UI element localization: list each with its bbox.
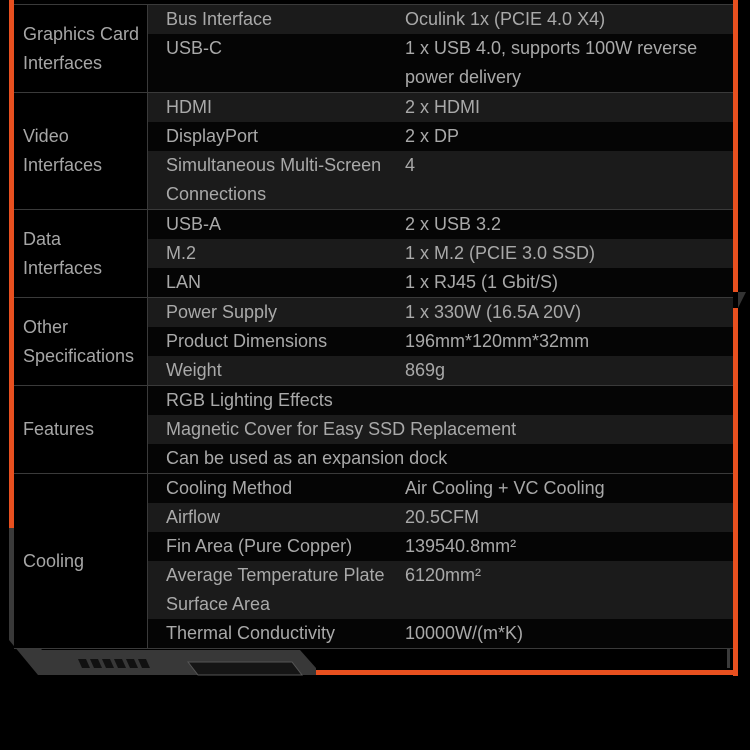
- spec-value: 2 x USB 3.2: [405, 214, 502, 234]
- spec-row: Magnetic Cover for Easy SSD Replacement: [148, 415, 733, 444]
- spec-value: 869g: [405, 360, 446, 380]
- spec-label: Can be used as an expansion dock: [166, 448, 448, 468]
- spec-value: 1 x USB 4.0, supports 100W reverse power…: [405, 38, 698, 87]
- spec-row: Fin Area (Pure Copper) 139540.8mm²: [148, 532, 733, 561]
- notch-right: [738, 292, 746, 308]
- spec-category: Data Interfaces: [14, 210, 148, 297]
- category-label-line: Video: [23, 126, 69, 146]
- category-label-line: Cooling: [23, 550, 85, 571]
- spec-row: Average Temperature Plate Surface Area 61…: [148, 561, 733, 619]
- category-label-line: Graphics Card: [23, 23, 140, 44]
- spec-group: Video Interfaces HDMI 2 x HDMI DisplayPort 2 …: [14, 93, 733, 210]
- spec-value: 1 x RJ45 (1 Gbit/S): [405, 272, 559, 292]
- spec-label: DisplayPort: [166, 126, 259, 146]
- spec-row: Power Supply 1 x 330W (16.5A 20V): [148, 298, 733, 327]
- spec-value: 196mm*120mm*32mm: [405, 331, 590, 351]
- spec-value: 1 x 330W (16.5A 20V): [405, 302, 582, 322]
- spec-label: USB-A: [166, 214, 222, 234]
- spec-category: Video Interfaces: [14, 93, 148, 209]
- category-label-line: Interfaces: [23, 257, 103, 278]
- spec-value: 2 x DP: [405, 126, 460, 146]
- spec-row: Bus Interface Oculink 1x (PCIE 4.0 X4): [148, 5, 733, 34]
- spec-label: Simultaneous Multi-Screen Connections: [166, 155, 382, 204]
- spec-row: Simultaneous Multi-Screen Connections 4: [148, 151, 733, 209]
- spec-row: HDMI 2 x HDMI: [148, 93, 733, 122]
- spec-value: 20.5CFM: [405, 507, 480, 527]
- spec-row: Thermal Conductivity 10000W/(m*K): [148, 619, 733, 648]
- spec-row: Can be used as an expansion dock: [148, 444, 733, 473]
- spec-row: DisplayPort 2 x DP: [148, 122, 733, 151]
- spec-category: Graphics Card Interfaces: [14, 5, 148, 92]
- spec-row: Cooling Method Air Cooling + VC Cooling: [148, 474, 733, 503]
- spec-group: Cooling Cooling Method Air Cooling + VC Co…: [14, 474, 733, 649]
- category-label-line: Data: [23, 228, 62, 249]
- spec-table: Graphics Card Interfaces Bus Interface Ocul…: [14, 4, 733, 649]
- spec-label: M.2: [166, 243, 197, 263]
- spec-label: USB-C: [166, 38, 223, 58]
- spec-row: Weight 869g: [148, 356, 733, 385]
- spec-row: LAN 1 x RJ45 (1 Gbit/S): [148, 268, 733, 297]
- spec-category: Other Specifications: [14, 298, 148, 385]
- spec-label: Power Supply: [166, 302, 278, 322]
- spec-category: Features: [14, 386, 148, 473]
- spec-group: Graphics Card Interfaces Bus Interface Ocul…: [14, 4, 733, 93]
- spec-value: 1 x M.2 (PCIE 3.0 SSD): [405, 243, 596, 263]
- spec-value: 4: [405, 155, 416, 175]
- spec-group: Data Interfaces USB-A 2 x USB 3.2 M.2 1 x M.2…: [14, 210, 733, 298]
- spec-value: 139540.8mm²: [405, 536, 517, 556]
- spec-row: M.2 1 x M.2 (PCIE 3.0 SSD): [148, 239, 733, 268]
- category-label-line: Interfaces: [23, 155, 103, 175]
- spec-row: RGB Lighting Effects: [148, 386, 733, 415]
- spec-category: Cooling: [14, 474, 148, 648]
- spec-label: Cooling Method: [166, 478, 293, 498]
- spec-label: LAN: [166, 272, 202, 292]
- spec-label: Airflow: [166, 507, 221, 527]
- category-label-line: Specifications: [23, 345, 135, 366]
- spec-label: Magnetic Cover for Easy SSD Replacement: [166, 419, 517, 439]
- spec-label: Thermal Conductivity: [166, 623, 336, 643]
- spec-label: Fin Area (Pure Copper): [166, 536, 353, 556]
- spec-label: Product Dimensions: [166, 331, 328, 351]
- spec-row: USB-C 1 x USB 4.0, supports 100W reverse …: [148, 34, 733, 92]
- category-label-line: Interfaces: [23, 52, 103, 73]
- spec-label: HDMI: [166, 97, 212, 117]
- inset-plate: [186, 661, 304, 676]
- spec-value: 10000W/(m*K): [405, 623, 524, 643]
- spec-row: Airflow 20.5CFM: [148, 503, 733, 532]
- category-label-line: Features: [23, 419, 95, 439]
- spec-label: Weight: [166, 360, 222, 380]
- spec-row: USB-A 2 x USB 3.2: [148, 210, 733, 239]
- spec-value: 6120mm²: [405, 565, 482, 585]
- spec-value: Air Cooling + VC Cooling: [405, 478, 605, 498]
- spec-label: RGB Lighting Effects: [166, 390, 333, 410]
- spec-value: 2 x HDMI: [405, 97, 481, 117]
- spec-group: Other Specifications Power Supply 1 x 330W …: [14, 298, 733, 386]
- spec-label: Average Temperature Plate Surface Area: [166, 565, 385, 614]
- spec-group: Features RGB Lighting Effects Magnetic Cov…: [14, 386, 733, 474]
- spec-label: Bus Interface: [166, 9, 273, 29]
- spec-row: Product Dimensions 196mm*120mm*32mm: [148, 327, 733, 356]
- category-label-line: Other: [23, 316, 69, 337]
- spec-value: Oculink 1x (PCIE 4.0 X4): [405, 9, 606, 29]
